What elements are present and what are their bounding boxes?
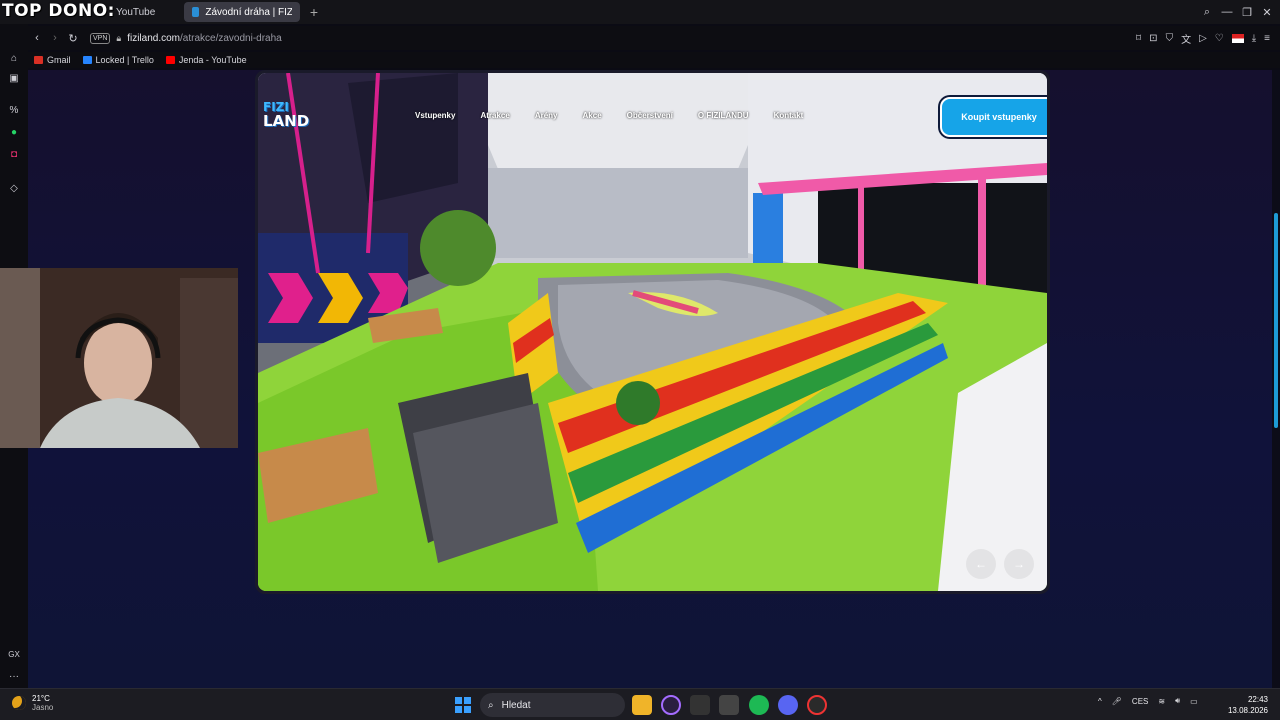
vpn-badge[interactable]: VPN bbox=[90, 32, 111, 44]
windows-taskbar: 21°C Jasno ⌕ Hledat ^ 🎤︎ CES ≋ 🔊︎ ▭ 22:4… bbox=[0, 688, 1280, 720]
app-icon-2[interactable] bbox=[719, 695, 739, 715]
lock-icon[interactable]: 🔒︎ bbox=[116, 33, 121, 44]
battery-icon[interactable]: ▭ bbox=[1190, 697, 1198, 706]
hero-image: FIZI LAND Vstupenky Atrakce Arény Akce O… bbox=[258, 73, 1047, 591]
screen: YouTube Závodní dráha | FIZILAND + ⌕ — ❐… bbox=[0, 0, 1280, 720]
weather-condition: Jasno bbox=[32, 703, 54, 712]
url-path: /atrakce/zavodni-draha bbox=[180, 32, 282, 44]
prev-slide-button[interactable]: ← bbox=[966, 549, 996, 579]
instagram-icon[interactable]: ◘ bbox=[7, 148, 21, 162]
stream-overlay-text: TOP DONO: bbox=[2, 1, 115, 21]
moon-icon bbox=[12, 696, 26, 710]
file-explorer-icon[interactable] bbox=[632, 695, 652, 715]
tab-label: YouTube bbox=[116, 6, 156, 18]
flag-icon[interactable] bbox=[1231, 33, 1244, 43]
address-bar: ‹ › ↻ VPN 🔒︎ fiziland.com/atrakce/zavodn… bbox=[28, 26, 1280, 50]
close-icon[interactable]: ✕ bbox=[1260, 6, 1274, 19]
taskbar-search[interactable]: ⌕ Hledat bbox=[480, 693, 625, 717]
trello-icon bbox=[82, 56, 92, 64]
whatsapp-icon[interactable]: ● bbox=[7, 126, 21, 140]
fiziland-logo[interactable]: FIZI LAND bbox=[263, 100, 310, 130]
next-slide-button[interactable]: → bbox=[1004, 549, 1034, 579]
webcam-overlay bbox=[0, 268, 238, 448]
search-tabs-icon[interactable]: ⌕ bbox=[1200, 6, 1214, 19]
heart-icon[interactable]: ♡ bbox=[1215, 33, 1224, 44]
page-scrollbar[interactable] bbox=[1272, 70, 1280, 688]
bookmark-youtube[interactable]: Jenda - YouTube bbox=[165, 55, 247, 65]
percent-icon[interactable]: % bbox=[7, 104, 21, 118]
opera-gx-taskbar-icon[interactable] bbox=[661, 695, 681, 715]
bag-icon[interactable]: ⌂ bbox=[7, 52, 21, 66]
tab-favicon-icon bbox=[192, 7, 200, 17]
back-icon[interactable]: ‹ bbox=[28, 32, 46, 44]
language-indicator[interactable]: CES bbox=[1132, 697, 1148, 706]
download-icon[interactable]: ⤓ bbox=[1252, 33, 1256, 44]
snapshot-icon[interactable]: ⊡ bbox=[1149, 33, 1157, 44]
weather-temp: 21°C bbox=[32, 694, 50, 703]
search-icon: ⌕ bbox=[488, 699, 494, 711]
url-domain: fiziland.com bbox=[127, 32, 181, 44]
microphone-icon[interactable]: 🎤︎ bbox=[1112, 697, 1122, 706]
nav-kontakt[interactable]: Kontakt bbox=[774, 111, 804, 120]
nav-obcerstveni[interactable]: Občerstvení bbox=[627, 111, 673, 120]
bookmark-trello[interactable]: Locked | Trello bbox=[82, 55, 154, 65]
clock-date: 13.08.2026 bbox=[1227, 706, 1268, 715]
bookmarks-bar: Gmail Locked | Trello Jenda - YouTube bbox=[28, 52, 1280, 68]
tab-fiziland[interactable]: Závodní dráha | FIZILAND bbox=[184, 2, 300, 22]
hero-card: FIZI LAND Vstupenky Atrakce Arény Akce O… bbox=[255, 70, 1050, 594]
bookmark-gmail[interactable]: Gmail bbox=[34, 55, 71, 65]
bookmark-page-icon[interactable]: ⌑ bbox=[1136, 33, 1141, 44]
windows-start-icon[interactable] bbox=[455, 697, 471, 713]
menu-icon[interactable]: ≡ bbox=[1264, 33, 1270, 44]
gmail-icon bbox=[34, 56, 43, 64]
app-icon-3[interactable] bbox=[807, 695, 827, 715]
system-tray: ^ 🎤︎ CES ≋ 🔊︎ ▭ bbox=[1098, 696, 1198, 706]
reload-icon[interactable]: ↻ bbox=[64, 32, 82, 45]
discord-icon[interactable] bbox=[778, 695, 798, 715]
logo-line2: LAND bbox=[263, 112, 310, 130]
restore-icon[interactable]: ❐ bbox=[1240, 6, 1254, 19]
nav-o-fizilandu[interactable]: O FIZILANDU bbox=[698, 111, 749, 120]
volume-icon[interactable]: 🔊︎ bbox=[1175, 696, 1180, 706]
forward-icon[interactable]: › bbox=[46, 32, 64, 44]
youtube-icon bbox=[165, 56, 175, 64]
scroll-thumb[interactable] bbox=[1274, 213, 1278, 428]
url-field[interactable]: fiziland.com/atrakce/zavodni-draha bbox=[127, 33, 282, 44]
translate-icon[interactable]: 文 bbox=[1181, 31, 1191, 46]
nav-atrakce[interactable]: Atrakce bbox=[480, 111, 509, 120]
wifi-icon[interactable]: ≋ bbox=[1158, 697, 1165, 706]
new-tab-button[interactable]: + bbox=[304, 2, 324, 22]
extensions-icon[interactable]: ◇ bbox=[7, 182, 21, 196]
more-icon[interactable]: ··· bbox=[7, 670, 21, 684]
player-icon[interactable]: ▷ bbox=[1199, 33, 1207, 44]
webcam-person-image bbox=[0, 268, 238, 448]
race-track-photo bbox=[258, 73, 1047, 591]
app-icon[interactable] bbox=[690, 695, 710, 715]
taskbar-clock[interactable]: 22:43 13.08.2026 bbox=[1226, 694, 1268, 716]
spotify-icon[interactable] bbox=[749, 695, 769, 715]
minimize-icon[interactable]: — bbox=[1220, 6, 1234, 19]
messenger-icon[interactable]: ▣ bbox=[7, 72, 21, 86]
nav-areny[interactable]: Arény bbox=[535, 111, 558, 120]
site-nav: Vstupenky Atrakce Arény Akce Občerstvení… bbox=[415, 111, 803, 120]
bookmark-label: Jenda - YouTube bbox=[178, 55, 247, 65]
browser-tab-bar: YouTube Závodní dráha | FIZILAND + ⌕ — ❐… bbox=[0, 0, 1280, 24]
weather-widget[interactable]: 21°C Jasno bbox=[12, 694, 53, 712]
search-placeholder: Hledat bbox=[501, 699, 531, 711]
nav-vstupenky[interactable]: Vstupenky bbox=[415, 111, 455, 120]
bookmark-label: Gmail bbox=[47, 55, 71, 65]
clock-time: 22:43 bbox=[1247, 695, 1268, 704]
tab-label: Závodní dráha | FIZILAND bbox=[205, 6, 292, 18]
shield-icon[interactable]: ⛉ bbox=[1166, 33, 1174, 44]
opera-gx-icon[interactable]: GX bbox=[7, 648, 21, 662]
buy-tickets-button[interactable]: Koupit vstupenky bbox=[940, 97, 1047, 137]
chevron-up-icon[interactable]: ^ bbox=[1098, 697, 1102, 706]
bookmark-label: Locked | Trello bbox=[95, 55, 154, 65]
nav-akce[interactable]: Akce bbox=[583, 111, 602, 120]
